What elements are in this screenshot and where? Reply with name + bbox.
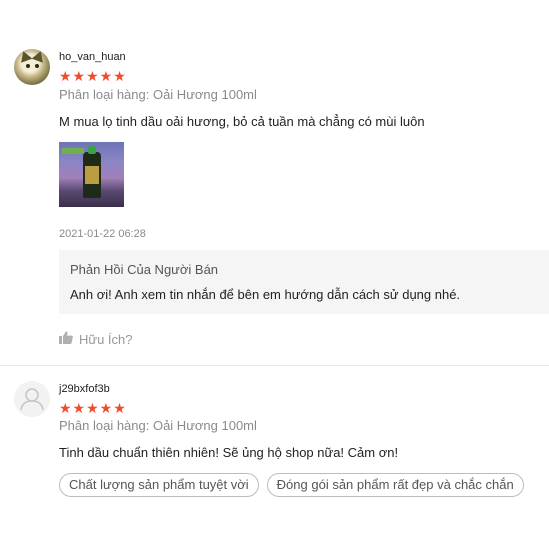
seller-reply-text: Anh ơi! Anh xem tin nhắn để bên em hướng… <box>70 287 461 302</box>
review-tag: Đóng gói sản phẩm rất đẹp và chắc chắn <box>266 473 524 497</box>
helpful-button[interactable]: Hữu Ích? <box>59 331 133 347</box>
product-variant: Phân loại hàng: Oải Hương 100ml <box>59 418 257 433</box>
review-tags: Chất lượng sản phẩm tuyệt vời Đóng gói s… <box>59 473 524 497</box>
reviewer-username[interactable]: j29bxfof3b <box>59 383 110 395</box>
avatar-eye-left <box>26 64 30 68</box>
avatar-ear-right <box>31 49 47 63</box>
thumbs-up-icon <box>59 331 73 347</box>
helpful-label: Hữu Ích? <box>79 331 133 347</box>
review-tag: Chất lượng sản phẩm tuyệt vời <box>59 473 259 497</box>
rating-stars: ★★★★★ <box>59 400 127 416</box>
avatar[interactable] <box>14 49 50 85</box>
review-comment: M mua lọ tinh dầu oải hương, bỏ cả tuần … <box>59 114 425 129</box>
reviewer-username[interactable]: ho_van_huan <box>59 51 126 63</box>
review-date: 2021-01-22 06:28 <box>59 228 146 240</box>
seller-reply-title: Phản Hồi Của Người Bán <box>70 262 219 277</box>
avatar-ear-left <box>17 49 33 63</box>
review-comment: Tinh dầu chuẩn thiên nhiên! Sẽ ủng hộ sh… <box>59 445 399 460</box>
photo-bottle-label <box>85 166 99 184</box>
product-variant: Phân loại hàng: Oải Hương 100ml <box>59 87 257 102</box>
avatar[interactable] <box>14 381 50 417</box>
seller-reply: Phản Hồi Của Người Bán Anh ơi! Anh xem t… <box>59 250 549 314</box>
photo-banner <box>62 148 84 154</box>
review-photo[interactable] <box>59 142 124 207</box>
review-item: ho_van_huan ★★★★★ Phân loại hàng: Oải Hư… <box>0 0 549 366</box>
default-user-icon <box>20 388 44 411</box>
avatar-eye-right <box>35 64 39 68</box>
rating-stars: ★★★★★ <box>59 68 127 84</box>
